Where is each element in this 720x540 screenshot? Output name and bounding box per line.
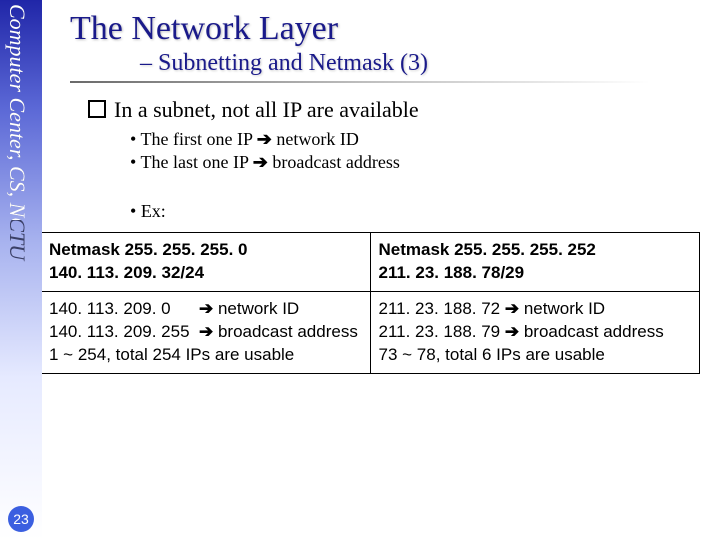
subnet-table: Netmask 255. 255. 255. 0140. 113. 209. 3… (40, 232, 700, 374)
table-row: Netmask 255. 255. 255. 0140. 113. 209. 3… (41, 233, 700, 292)
page-number-container: 23 (0, 506, 42, 532)
slide-subtitle: – Subnetting and Netmask (3) (140, 50, 710, 77)
square-bullet-icon (88, 100, 106, 118)
slide: Computer Center, CS, NCTU Computer Cente… (0, 0, 720, 540)
sub-bullet-list: The first one IP ➔ network ID The last o… (130, 129, 710, 173)
main-bullet: In a subnet, not all IP are available (88, 97, 710, 123)
side-label-mask: Computer Center, CS, NCTU (0, 0, 42, 220)
table-cell: 211. 23. 188. 72 ➔ network ID211. 23. 18… (370, 291, 700, 373)
table-cell: Netmask 255. 255. 255. 252211. 23. 188. … (370, 233, 700, 292)
sub-bullet: The first one IP ➔ network ID (130, 129, 710, 150)
sub-bullet: The last one IP ➔ broadcast address (130, 152, 710, 173)
side-label-overlay: Computer Center, CS, NCTU (4, 4, 30, 220)
title-divider (70, 81, 650, 83)
table-row: 140. 113. 209. 0 ➔ network ID140. 113. 2… (41, 291, 700, 373)
slide-title: The Network Layer (70, 10, 710, 48)
main-bullet-text: In a subnet, not all IP are available (114, 97, 419, 122)
content-area: The Network Layer – Subnetting and Netma… (60, 10, 710, 374)
table-cell: Netmask 255. 255. 255. 0140. 113. 209. 3… (41, 233, 371, 292)
table-cell: 140. 113. 209. 0 ➔ network ID140. 113. 2… (41, 291, 371, 373)
page-number: 23 (8, 506, 34, 532)
example-label: Ex: (130, 201, 710, 222)
